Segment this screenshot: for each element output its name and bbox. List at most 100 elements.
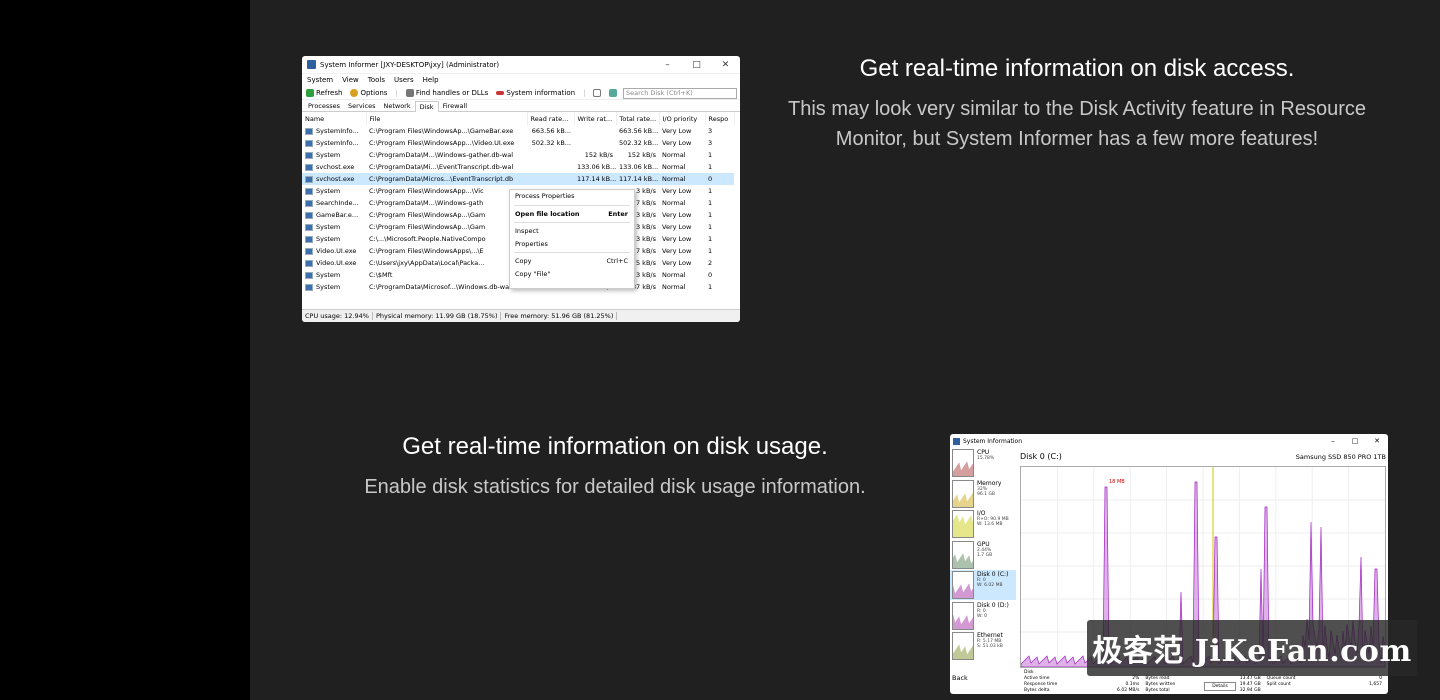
process-icon bbox=[305, 223, 313, 231]
context-item[interactable]: Open file location Enter bbox=[510, 208, 634, 221]
cell-file: C:\Program Files\WindowsAp...\Gam bbox=[369, 223, 486, 231]
sidebar-item[interactable]: Ethernet R: 5.17 MB S: 51.03 kB bbox=[950, 631, 1016, 661]
context-item[interactable]: Properties bbox=[510, 238, 634, 251]
stat-value: 2% bbox=[1132, 676, 1140, 681]
cell-file: C:\ProgramData\Micros...\EventTranscript… bbox=[366, 173, 527, 185]
sidebar-item[interactable]: CPU 15.78% bbox=[950, 448, 1016, 478]
menu-separator bbox=[514, 252, 630, 253]
context-item-label: Inspect bbox=[515, 227, 539, 236]
minimize-icon[interactable]: – bbox=[1322, 437, 1344, 445]
export-icon[interactable] bbox=[609, 88, 618, 97]
sidebar-item[interactable]: GPU 2.44% 1.7 GB bbox=[950, 540, 1016, 570]
sidebar-item-value: W: 6.02 MB bbox=[977, 583, 1003, 588]
process-icon bbox=[305, 139, 313, 147]
menu-item-users[interactable]: Users bbox=[394, 76, 414, 84]
menu-item-tools[interactable]: Tools bbox=[368, 76, 385, 84]
cell-response: 1 bbox=[708, 163, 713, 171]
gear-icon bbox=[350, 88, 359, 97]
table-row[interactable]: System C:\ProgramData\M...\Windows-gather… bbox=[302, 149, 734, 161]
column-header[interactable]: Name bbox=[302, 112, 367, 125]
cell-total-rate: 133.06 kB... bbox=[619, 163, 659, 171]
menu-separator bbox=[514, 222, 630, 223]
search-input[interactable]: Search Disk (Ctrl+K) bbox=[623, 88, 737, 99]
stat-row: Split count 1,657 bbox=[1267, 682, 1382, 687]
cell-name: System bbox=[302, 221, 366, 233]
stat-label: Bytes delta bbox=[1024, 688, 1050, 693]
menu-item-system[interactable]: System bbox=[307, 76, 333, 84]
stat-label: Bytes read bbox=[1145, 676, 1170, 681]
system-information-button[interactable]: System information bbox=[496, 89, 575, 97]
sidebar-item-name: Memory bbox=[977, 479, 1002, 487]
stat-row: Response time 0.1ms bbox=[1024, 682, 1139, 687]
column-header[interactable]: I/O priority bbox=[659, 112, 706, 125]
context-item[interactable]: Process Properties bbox=[510, 190, 634, 203]
sidebar-item[interactable]: I/O R+O: 90.9 MB W: 13.6 MB bbox=[950, 509, 1016, 539]
menu-separator bbox=[514, 204, 630, 206]
cell-file: C:\Program Files\WindowsApp...\Video.UI.… bbox=[369, 139, 515, 147]
sidebar-item[interactable]: Disk 0 (D:) R: 0 W: 0 bbox=[950, 601, 1016, 631]
back-link[interactable]: Back bbox=[950, 674, 968, 682]
cell-read-rate bbox=[527, 173, 574, 185]
close-icon[interactable]: ✕ bbox=[1366, 437, 1388, 445]
table-row[interactable]: SystemInfo... C:\Program Files\WindowsAp.… bbox=[302, 125, 734, 137]
menu-item-view[interactable]: View bbox=[342, 76, 359, 84]
close-icon[interactable]: ✕ bbox=[711, 60, 740, 70]
sidebar-item[interactable]: Disk 0 (C:) R: 0 W: 6.02 MB bbox=[950, 570, 1016, 600]
cell-name: GameBar.e... bbox=[302, 209, 366, 221]
details-button[interactable]: Details bbox=[1204, 682, 1236, 691]
menu-item-help[interactable]: Help bbox=[423, 76, 439, 84]
tab-services[interactable]: Services bbox=[344, 101, 379, 111]
column-header[interactable]: Respo bbox=[705, 112, 735, 125]
options-label: Options bbox=[360, 88, 388, 97]
cell-file: C:\Program Files\WindowsApps\...\E bbox=[369, 247, 484, 255]
context-item[interactable]: Inspect bbox=[510, 225, 634, 238]
window-title: System Informer [JXY-DESKTOP\jxy] (Admin… bbox=[320, 60, 500, 69]
sidebar-item-value: 96.1 GB bbox=[977, 491, 996, 497]
table-row[interactable]: svchost.exe C:\ProgramData\Mi...\EventTra… bbox=[302, 161, 734, 173]
tab-firewall[interactable]: Firewall bbox=[439, 101, 472, 111]
thumbnail-svg bbox=[952, 552, 974, 568]
cell-io-priority: Very Low bbox=[662, 223, 692, 231]
column-header[interactable]: Total rate... bbox=[616, 112, 660, 125]
maximize-icon[interactable]: □ bbox=[1344, 437, 1366, 445]
cell-file: C:\...\Microsoft.People.NativeCompo bbox=[369, 235, 486, 243]
maximize-icon[interactable]: □ bbox=[682, 60, 711, 70]
context-item[interactable]: Copy Ctrl+C bbox=[510, 255, 634, 268]
find-label: Find handles or DLLs bbox=[415, 88, 489, 97]
table-row[interactable]: svchost.exe C:\ProgramData\Micros...\Even… bbox=[302, 173, 734, 185]
process-name: GameBar.e... bbox=[316, 211, 359, 219]
cell-response: 0 bbox=[705, 173, 734, 185]
tab-disk[interactable]: Disk bbox=[414, 101, 439, 112]
process-icon bbox=[305, 283, 313, 291]
tab-processes[interactable]: Processes bbox=[304, 101, 344, 111]
context-item-label: Process Properties bbox=[515, 192, 575, 201]
process-name: SearchInde... bbox=[316, 199, 359, 207]
process-name: System bbox=[316, 187, 341, 195]
app-icon bbox=[307, 60, 316, 69]
sidebar-thumbnail-graph bbox=[952, 510, 974, 538]
tab-network[interactable]: Network bbox=[379, 101, 414, 111]
window-icon[interactable] bbox=[593, 88, 602, 97]
column-header[interactable]: Write rat... bbox=[574, 112, 617, 125]
column-header[interactable]: Read rate... bbox=[527, 112, 575, 125]
thumbnail-series bbox=[952, 552, 974, 568]
sidebar-item[interactable]: Memory 32% 96.1 GB bbox=[950, 479, 1016, 509]
context-item[interactable]: Copy "File" bbox=[510, 268, 634, 281]
table-row[interactable]: SystemInfo... C:\Program Files\WindowsApp… bbox=[302, 137, 734, 149]
find-handles-button[interactable]: Find handles or DLLs bbox=[405, 88, 489, 97]
cell-response: 2 bbox=[708, 259, 713, 267]
cell-name: System bbox=[302, 149, 366, 161]
thumbnail-svg bbox=[952, 514, 974, 538]
process-icon bbox=[305, 175, 313, 183]
column-header[interactable]: File bbox=[366, 112, 528, 125]
cell-name: SystemInfo... bbox=[302, 125, 366, 137]
cell-name: System bbox=[302, 185, 366, 197]
minimize-icon[interactable]: – bbox=[653, 60, 682, 70]
sidebar-item-label: I/O R+O: 90.9 MB W: 13.6 MB bbox=[977, 510, 1009, 538]
options-button[interactable]: Options bbox=[350, 88, 388, 97]
disk-model: Samsung SSD 850 PRO 1TB bbox=[1295, 453, 1386, 461]
refresh-button[interactable]: Refresh bbox=[306, 88, 342, 97]
pane-header: Disk 0 (C:) Samsung SSD 850 PRO 1TB bbox=[1018, 448, 1388, 461]
cell-io-priority: Normal bbox=[662, 271, 686, 279]
cell-name: System bbox=[302, 281, 366, 293]
